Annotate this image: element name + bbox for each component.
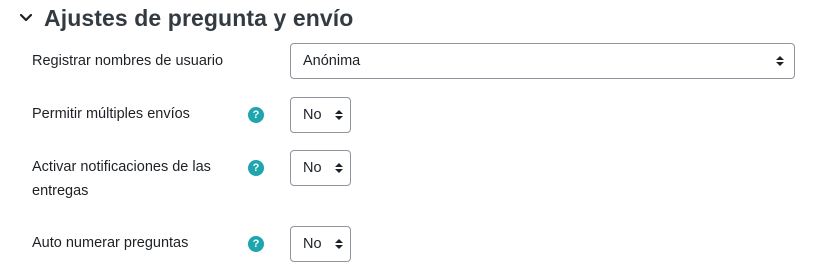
section-title: Ajustes de pregunta y envío: [44, 4, 354, 31]
field-label-multiple-submissions: Permitir múltiples envíos: [32, 106, 190, 122]
multiple-submissions-select-value: No: [303, 107, 322, 123]
select-arrows-icon: [328, 109, 350, 121]
help-icon[interactable]: ?: [248, 160, 264, 176]
notifications-select-value: No: [303, 160, 322, 176]
user-names-select-value: Anónima: [303, 53, 361, 69]
select-arrows-icon: [328, 162, 350, 174]
multiple-submissions-select[interactable]: No: [290, 97, 351, 133]
help-icon[interactable]: ?: [248, 107, 264, 123]
field-label-notifications-line1: Activar notificaciones de las: [32, 159, 211, 175]
auto-number-select-value: No: [303, 236, 322, 252]
field-label-notifications-line2: entregas: [32, 183, 89, 199]
section-header[interactable]: Ajustes de pregunta y envío: [16, 4, 353, 32]
select-arrows-icon: [328, 238, 350, 250]
field-label-user-names: Registrar nombres de usuario: [32, 53, 224, 69]
notifications-select[interactable]: No: [290, 150, 351, 186]
user-names-select[interactable]: Anónima: [290, 43, 795, 79]
select-arrows-icon: [766, 55, 794, 67]
auto-number-select[interactable]: No: [290, 226, 351, 262]
field-label-auto-number: Auto numerar preguntas: [32, 235, 189, 251]
chevron-down-icon[interactable]: [16, 4, 36, 32]
help-icon[interactable]: ?: [248, 236, 264, 252]
